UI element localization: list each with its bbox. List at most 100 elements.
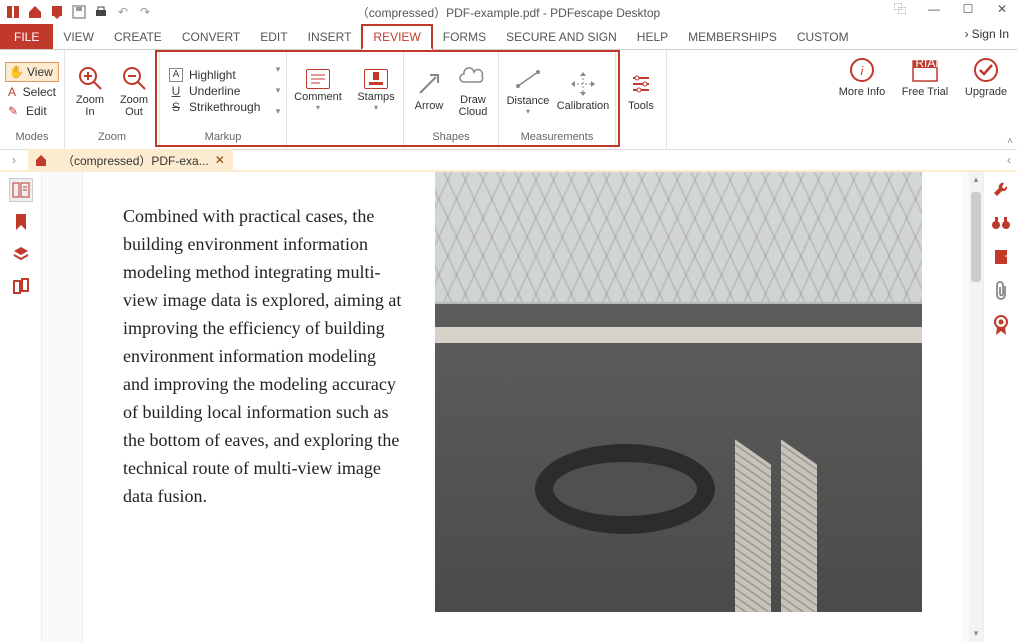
stamp-icon — [364, 69, 388, 89]
tools-label: Tools — [628, 100, 654, 112]
comment-label: Comment — [294, 91, 342, 103]
window-title: （compressed）PDF-example.pdf - PDFescape … — [357, 4, 660, 21]
menu-edit[interactable]: EDIT — [250, 24, 297, 49]
menu-help[interactable]: HELP — [627, 24, 678, 49]
redo-icon[interactable]: ↷ — [136, 3, 154, 21]
rosette-icon[interactable] — [990, 314, 1012, 336]
ribbon-group-stamps: Stamps▾ — [349, 50, 404, 149]
save-download-icon[interactable] — [48, 3, 66, 21]
attachments-panel-button[interactable] — [9, 274, 33, 298]
menu-file[interactable]: FILE — [0, 24, 53, 49]
menu-memberships[interactable]: MEMBERSHIPS — [678, 24, 787, 49]
scrollbar-thumb[interactable] — [971, 192, 981, 282]
collapse-ribbon-button[interactable]: ˄ — [1007, 136, 1013, 147]
ribbon-group-markup: AHighlight UUnderline SStrikethrough ▾▾▾… — [160, 50, 287, 149]
layers-panel-button[interactable] — [9, 242, 33, 266]
upgrade-label: Upgrade — [965, 86, 1007, 98]
print-icon[interactable] — [92, 3, 110, 21]
more-info-label: More Info — [839, 86, 885, 98]
calibration-label: Calibration — [557, 100, 610, 112]
right-sidebar — [983, 172, 1017, 642]
mode-view-button[interactable]: ✋ View — [5, 62, 59, 82]
window-controls: ⿻ — ☐ ✕ — [887, 0, 1015, 20]
bookmarks-panel-button[interactable] — [9, 210, 33, 234]
home-icon[interactable] — [26, 3, 44, 21]
scroll-down-button[interactable]: ▾ — [971, 628, 981, 640]
underline-button[interactable]: UUnderline — [169, 84, 267, 98]
chevron-down-icon[interactable]: ▾ — [374, 103, 378, 112]
chevron-right-icon: › — [965, 27, 969, 41]
ribbon-group-zoom-label: Zoom — [65, 131, 159, 147]
zoom-in-button[interactable]: ZoomIn — [68, 62, 112, 120]
menu-create[interactable]: CREATE — [104, 24, 172, 49]
ribbon: ✋ View ASelect ✎Edit Modes ZoomIn ZoomOut… — [0, 50, 1017, 150]
zoom-out-label: ZoomOut — [120, 94, 148, 118]
undo-icon[interactable]: ↶ — [114, 3, 132, 21]
mode-view-label: View — [27, 65, 53, 79]
ribbon-group-modes: ✋ View ASelect ✎Edit Modes — [0, 50, 65, 149]
ribbon-group-shapes: Arrow DrawCloud Shapes — [404, 50, 499, 149]
comment-button[interactable]: Comment▾ — [290, 67, 346, 114]
paperclip-icon[interactable] — [990, 280, 1012, 302]
thumbnails-panel-button[interactable] — [9, 178, 33, 202]
pencil-icon: ✎ — [8, 104, 22, 118]
ribbon-group-modes-label: Modes — [0, 131, 64, 147]
strikethrough-icon: S — [169, 100, 183, 114]
upgrade-button[interactable]: Upgrade — [961, 54, 1011, 100]
cursor-icon: A — [8, 85, 19, 99]
highlight-button[interactable]: AHighlight — [169, 68, 267, 82]
ribbon-group-markup-label: Markup — [160, 131, 286, 147]
more-info-button[interactable]: iMore Info — [835, 54, 889, 100]
menu-insert[interactable]: INSERT — [298, 24, 362, 49]
hand-icon: ✋ — [9, 65, 23, 79]
tab-next-button[interactable]: ‹ — [1007, 153, 1011, 167]
calibration-button[interactable]: Calibration — [554, 68, 612, 114]
mode-edit-button[interactable]: ✎Edit — [5, 102, 59, 120]
sign-in-label: Sign In — [972, 27, 1009, 41]
menu-review[interactable]: REVIEW — [361, 24, 432, 50]
menu-secure[interactable]: SECURE AND SIGN — [496, 24, 627, 49]
chevron-down-icon[interactable]: ▾ — [316, 103, 320, 112]
popout-button[interactable]: ⿻ — [887, 0, 913, 20]
stamps-button[interactable]: Stamps▾ — [352, 67, 400, 114]
menu-view[interactable]: VIEW — [53, 24, 104, 49]
zoom-out-button[interactable]: ZoomOut — [112, 62, 156, 120]
document-viewport[interactable]: Combined with practical cases, the build… — [42, 172, 983, 642]
menu-forms[interactable]: FORMS — [433, 24, 496, 49]
close-button[interactable]: ✕ — [989, 0, 1015, 20]
free-trial-button[interactable]: TRIALFree Trial — [899, 54, 951, 100]
sign-in-link[interactable]: ›Sign In — [965, 27, 1009, 41]
page-arrow-icon[interactable] — [990, 246, 1012, 268]
draw-cloud-button[interactable]: DrawCloud — [451, 62, 495, 120]
calendar-trial-icon: TRIAL — [911, 56, 939, 84]
arrow-button[interactable]: Arrow — [407, 68, 451, 114]
minimize-button[interactable]: — — [921, 0, 947, 20]
document-image — [435, 172, 922, 612]
vertical-scrollbar[interactable]: ▴ ▾ — [969, 172, 983, 642]
wrench-icon[interactable] — [990, 178, 1012, 200]
cloud-label: DrawCloud — [459, 94, 488, 118]
chevron-down-icon[interactable]: ▾ — [526, 107, 530, 116]
arrow-label: Arrow — [415, 100, 444, 112]
tab-home[interactable] — [28, 149, 54, 171]
maximize-button[interactable]: ☐ — [955, 0, 981, 20]
distance-button[interactable]: Distance▾ — [502, 63, 554, 118]
binoculars-icon[interactable] — [990, 212, 1012, 234]
app-icon[interactable] — [4, 3, 22, 21]
tab-prev-button[interactable]: › — [0, 153, 28, 167]
mode-select-button[interactable]: ASelect — [5, 83, 59, 101]
scroll-up-button[interactable]: ▴ — [971, 174, 981, 186]
strikethrough-button[interactable]: SStrikethrough — [169, 100, 267, 114]
floppy-icon[interactable] — [70, 3, 88, 21]
highlight-label: Highlight — [189, 68, 236, 82]
menu-convert[interactable]: CONVERT — [172, 24, 250, 49]
menu-custom[interactable]: CUSTOM — [787, 24, 859, 49]
tools-button[interactable]: Tools — [619, 68, 663, 114]
markup-dropdown[interactable]: ▾▾▾ — [273, 64, 283, 117]
tab-close-button[interactable]: ✕ — [215, 153, 225, 167]
tab-document[interactable]: （compressed）PDF-exa...✕ — [54, 149, 233, 171]
calibration-icon — [569, 70, 597, 98]
ribbon-right-group: iMore Info TRIALFree Trial Upgrade — [835, 54, 1011, 100]
ribbon-group-shapes-label: Shapes — [404, 131, 498, 147]
title-bar: ↶ ↷ （compressed）PDF-example.pdf - PDFesc… — [0, 0, 1017, 24]
